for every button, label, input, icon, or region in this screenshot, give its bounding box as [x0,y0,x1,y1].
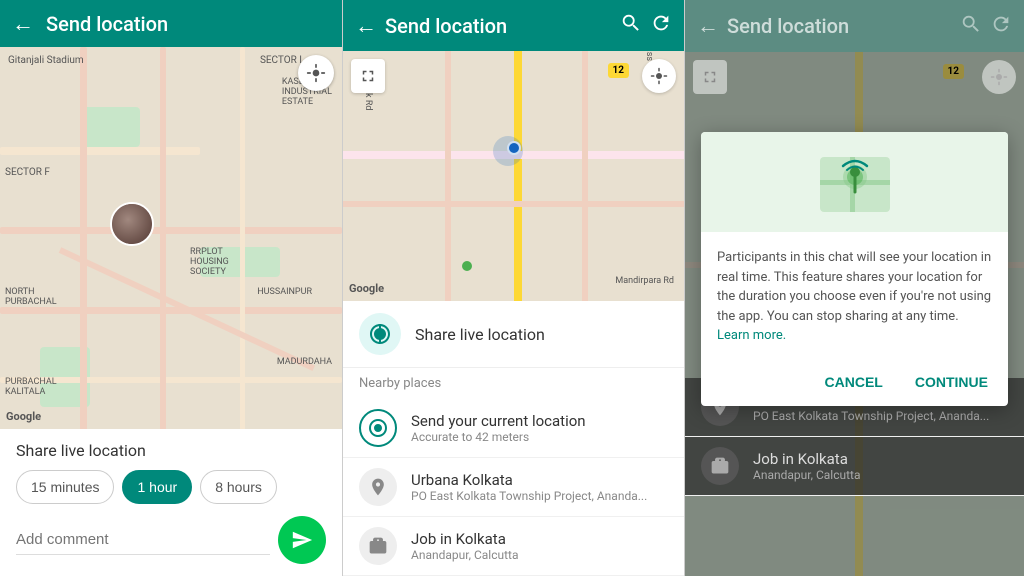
expand-button-3[interactable] [693,60,727,94]
job-kolkata-row[interactable]: Job in Kolkata Anandapur, Calcutta [343,517,684,576]
search-icon-2[interactable] [620,12,642,39]
dialog-actions: CANCEL CONTINUE [701,362,1008,406]
expand-button-2[interactable] [351,59,385,93]
dialog-text: Participants in this chat will see your … [717,248,992,346]
back-icon-1[interactable]: ← [12,11,34,37]
current-location-name: Send your current location [411,412,586,430]
back-icon-2[interactable]: ← [355,13,377,39]
current-location-info: Send your current location Accurate to 4… [411,412,586,444]
comment-input[interactable] [16,525,270,555]
google-logo-1: Google [6,410,41,423]
bottom-section-1: Share live location 15 minutes 1 hour 8 … [0,429,342,576]
urbana-name: Urbana Kolkata [411,471,647,489]
continue-button[interactable]: CONTINUE [907,370,996,394]
current-location-icon [359,409,397,447]
learn-more-link[interactable]: Learn more. [717,328,786,343]
panel3-job-icon [701,447,739,485]
urbana-row[interactable]: Urbana Kolkata PO East Kolkata Township … [343,458,684,517]
page-title-2: Send location [385,14,612,38]
search-icon-3[interactable] [960,13,982,40]
share-live-title: Share live location [16,441,326,460]
urbana-icon [359,468,397,506]
map-label-gitanjali: Gitanjali Stadium [8,55,84,66]
map-label-sectorf: SECTOR F [5,167,50,178]
location-button-3[interactable] [982,60,1016,94]
avatar [110,202,154,246]
refresh-icon-2[interactable] [650,12,672,39]
info-dialog: Participants in this chat will see your … [701,132,1008,406]
map-label-northpurbachal: NORTHPURBACHAL [5,287,57,307]
panel-1: ← Send location Gitanjali Stadium SECTOR… [0,0,342,576]
dialog-icon-area [701,132,1008,232]
map-label-mandirpara: Mandirpara Rd [615,276,674,286]
send-button[interactable] [278,516,326,564]
map-label-sector1: SECTOR I [260,55,302,66]
live-location-icon [359,313,401,355]
job-icon [359,527,397,565]
page-title-3: Send location [727,14,952,38]
google-logo-2: Google [349,282,384,295]
job-info: Job in Kolkata Anandapur, Calcutta [411,530,518,562]
topbar-3: ← Send location [685,0,1024,52]
cancel-button[interactable]: CANCEL [817,370,891,394]
live-location-row[interactable]: Share live location [343,301,684,368]
panel3-job-sub: Anandapur, Calcutta [753,468,860,482]
panel3-job-name: Job in Kolkata [753,450,860,468]
map-label-rrplot: RRPLOTHOUSINGSOCIETY [190,247,229,277]
back-icon-3[interactable]: ← [697,13,719,39]
panel-3: ← Send location 12 [684,0,1024,576]
location-button-2[interactable] [642,59,676,93]
current-location-sub: Accurate to 42 meters [411,430,586,444]
topbar-1: ← Send location [0,0,342,47]
live-location-label: Share live location [415,325,545,344]
job-name: Job in Kolkata [411,530,518,548]
panel3-urbana-sub: PO East Kolkata Township Project, Ananda… [753,409,989,423]
map-label-madurdaha: MADURDAHA [277,357,332,367]
time-1hour[interactable]: 1 hour [122,470,192,504]
comment-row [16,516,326,564]
job-sub: Anandapur, Calcutta [411,548,518,562]
nearby-label: Nearby places [343,368,684,399]
current-location-row[interactable]: Send your current location Accurate to 4… [343,399,684,458]
topbar-2: ← Send location [343,0,684,51]
page-title-1: Send location [46,12,168,36]
time-8hours[interactable]: 8 hours [200,470,277,504]
time-buttons: 15 minutes 1 hour 8 hours [16,470,326,504]
map-3: 12 [685,52,1024,576]
map-2: Eastern Metropolitan Bypass PrtD Link Rd… [343,51,684,301]
location-button-1[interactable] [298,55,334,91]
time-15min[interactable]: 15 minutes [16,470,114,504]
map-label-purbachal: PURBACHALKALITALA [5,377,57,397]
map-label-hussainpur: HUSSAINPUR [257,287,312,297]
panel3-job-row[interactable]: Job in Kolkata Anandapur, Calcutta [685,437,1024,496]
dialog-body: Participants in this chat will see your … [701,232,1008,362]
urbana-info: Urbana Kolkata PO East Kolkata Township … [411,471,647,503]
panel3-job-info: Job in Kolkata Anandapur, Calcutta [753,450,860,482]
urbana-sub: PO East Kolkata Township Project, Ananda… [411,489,647,503]
map-1: Gitanjali Stadium SECTOR I KASBAINDUSTRI… [0,47,342,429]
panel-2: ← Send location Eastern Metropolitan Byp… [342,0,684,576]
refresh-icon-3[interactable] [990,13,1012,40]
